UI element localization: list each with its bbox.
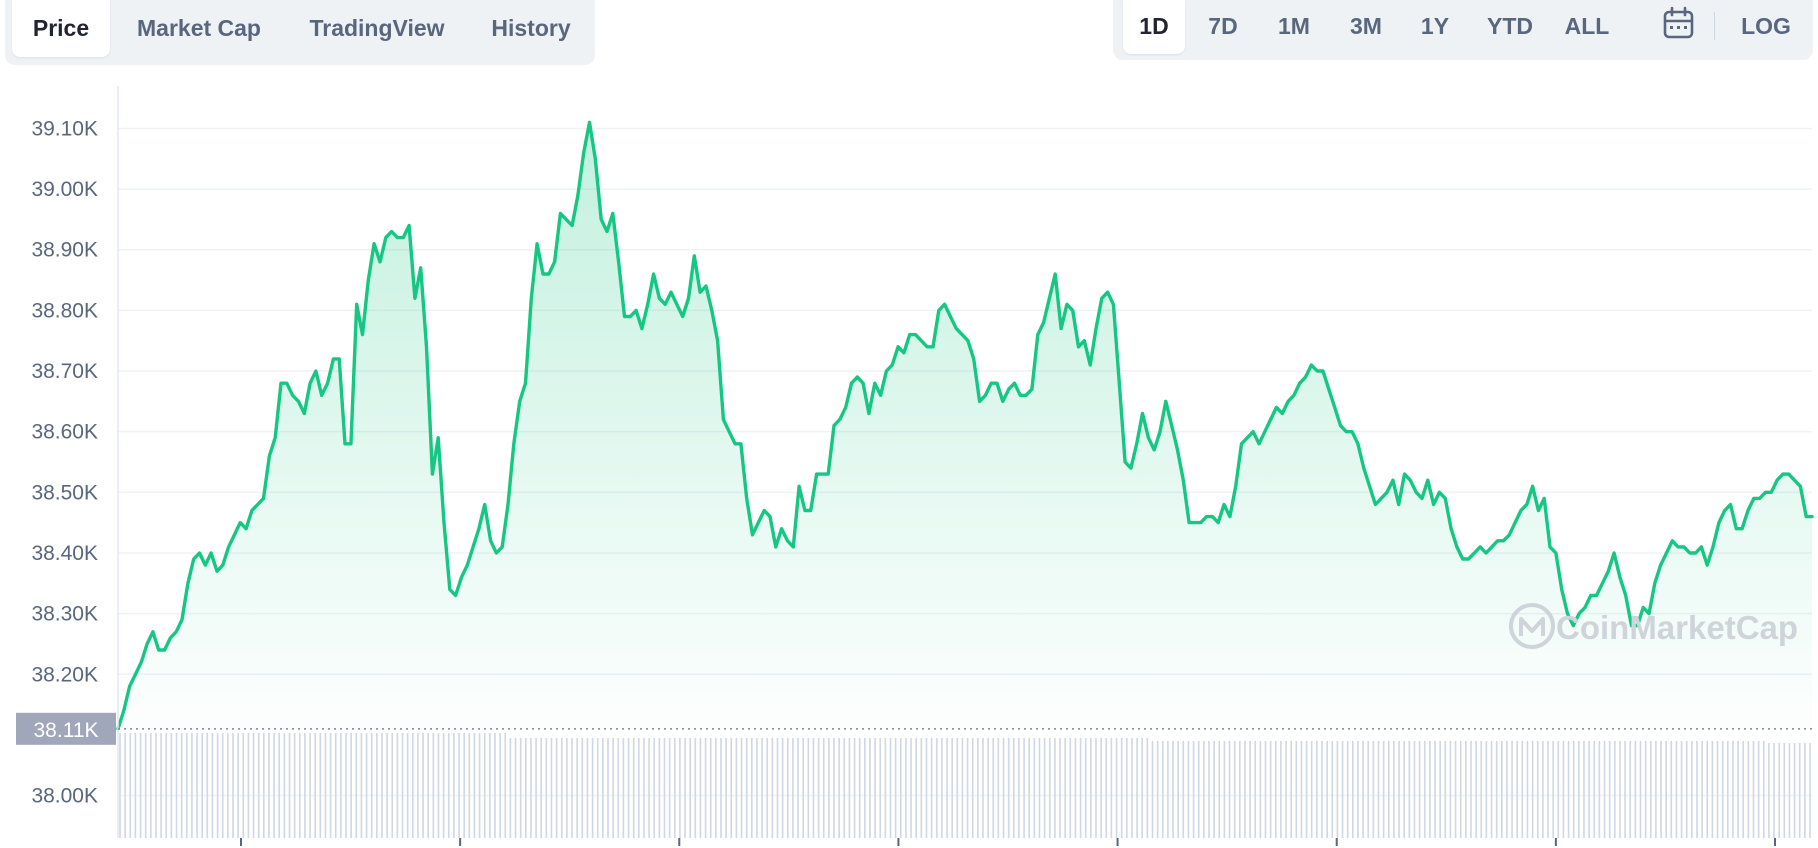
watermark-text: CoinMarketCap	[1556, 609, 1798, 646]
y-tick-label: 38.30K	[31, 603, 98, 626]
y-tick-label: 38.40K	[31, 542, 98, 565]
y-tick-label: 38.50K	[31, 481, 98, 504]
y-tick-label: 39.10K	[31, 117, 98, 140]
baseline-badge-label: 38.11K	[34, 719, 99, 742]
price-chart: 38.00K 38.20K 38.30K 38.40K 38.50K 38.60K 38.7…	[16, 86, 1814, 846]
volume-bars	[119, 733, 1811, 838]
y-tick-label: 38.60K	[31, 421, 98, 444]
y-tick-label: 38.20K	[31, 663, 98, 686]
y-tick-label: 38.00K	[31, 785, 98, 808]
y-tick-label: 38.90K	[31, 239, 98, 262]
y-tick-label: 39.00K	[31, 178, 98, 201]
y-tick-label: 38.80K	[31, 299, 98, 322]
baseline-badge: 38.11K	[16, 712, 116, 745]
y-tick-label: 38.70K	[31, 360, 98, 383]
